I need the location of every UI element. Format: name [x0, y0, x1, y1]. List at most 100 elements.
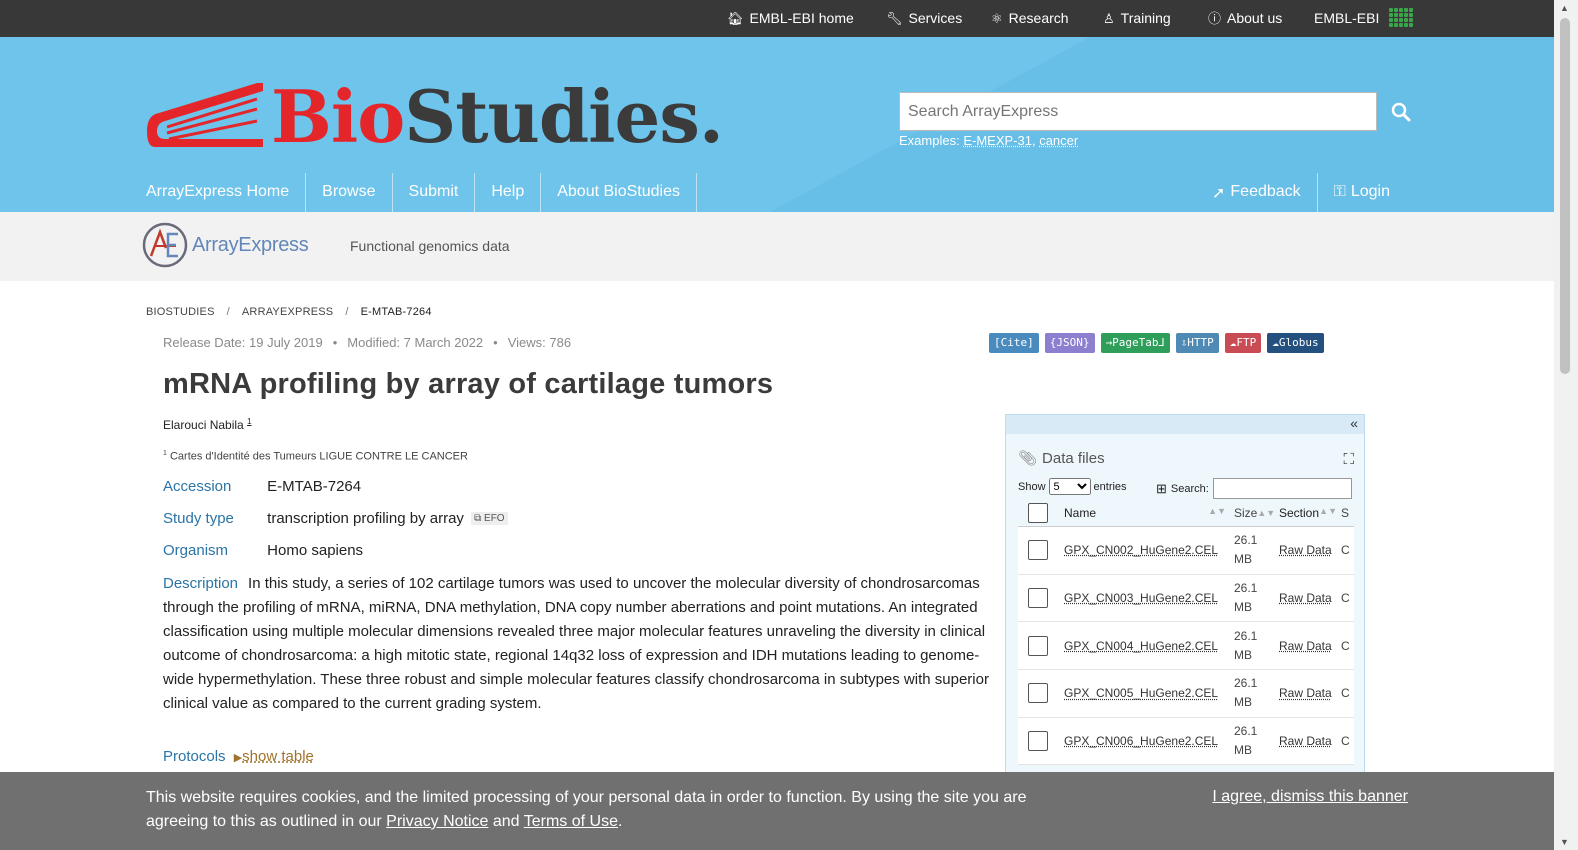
- scroll-up-icon[interactable]: ▲: [1560, 3, 1569, 13]
- masthead: BioStudies. Search ArrayExpress Examples…: [0, 37, 1554, 212]
- row-checkbox[interactable]: [1028, 588, 1048, 609]
- views-count: Views: 786: [507, 335, 572, 350]
- search-input[interactable]: Search ArrayExpress: [899, 92, 1377, 131]
- table-header: Name ▲▼ Size ▲▼ Section ▲▼ S: [1018, 500, 1354, 527]
- file-search-label: Search:: [1170, 482, 1209, 495]
- truncated-cell: C: [1341, 591, 1350, 606]
- book-icon: [147, 83, 263, 147]
- terms-of-use-link[interactable]: Terms of Use: [524, 813, 618, 830]
- pagetab-button[interactable]: →PageTab⅃: [1100, 333, 1170, 353]
- feedback-label: Feedback: [1230, 183, 1301, 200]
- truncated-cell: C: [1341, 543, 1350, 558]
- ftp-button[interactable]: ☁FTP: [1224, 333, 1262, 353]
- efo-link[interactable]: ⧉ EFO: [471, 512, 508, 525]
- expand-icon[interactable]: ⛶: [1343, 451, 1354, 468]
- research-icon: ⚛: [991, 10, 1003, 26]
- page-size-select[interactable]: 5: [1048, 478, 1091, 495]
- file-name-link[interactable]: GPX_CN003_HuGene2.CEL: [1064, 591, 1218, 605]
- page-title: mRNA profiling by array of cartilage tum…: [163, 368, 774, 400]
- column-header-s[interactable]: S: [1341, 506, 1353, 520]
- breadcrumb-arrayexpress[interactable]: ARRAYEXPRESS: [242, 306, 333, 318]
- nav-help[interactable]: Help: [475, 173, 542, 212]
- table-row: GPX_CN006_HuGene2.CEL 26.1 MB Raw Data C: [1018, 718, 1354, 766]
- protocols-field: Protocols ▶show table: [163, 748, 314, 765]
- panel-header: «: [1006, 415, 1364, 434]
- about-us-link[interactable]: ⓘ About us: [1208, 10, 1282, 26]
- plus-square-icon[interactable]: ⊞: [1156, 481, 1167, 497]
- sort-icon: ▲▼: [1208, 506, 1226, 516]
- cite-button[interactable]: [Cite]: [989, 333, 1039, 353]
- data-files-table: Name ▲▼ Size ▲▼ Section ▲▼ S GPX_CN002_HuGe…: [1018, 500, 1354, 766]
- description: Description In this study, a series of 10…: [163, 572, 998, 716]
- row-checkbox[interactable]: [1028, 635, 1048, 656]
- organism-value: Homo sapiens: [267, 542, 364, 559]
- row-checkbox[interactable]: [1028, 731, 1048, 752]
- section-link[interactable]: Raw Data: [1279, 591, 1332, 605]
- column-header-name[interactable]: Name ▲▼: [1058, 506, 1230, 520]
- login-link[interactable]: ⚿ Login: [1318, 173, 1406, 212]
- show-label: Show: [1018, 480, 1046, 493]
- globus-button[interactable]: ☁Globus: [1267, 333, 1324, 353]
- training-icon: ♙: [1103, 10, 1115, 26]
- training-link[interactable]: ♙ Training: [1103, 10, 1171, 26]
- biostudies-logo[interactable]: BioStudies.: [145, 74, 724, 159]
- select-all-checkbox[interactable]: [1028, 503, 1048, 523]
- search-icon[interactable]: [1390, 101, 1412, 123]
- paper-plane-icon: ➚: [1211, 185, 1226, 202]
- scroll-down-icon[interactable]: ▼: [1560, 837, 1569, 847]
- row-checkbox[interactable]: [1028, 683, 1048, 704]
- breadcrumb: BIOSTUDIES / ARRAYEXPRESS / E-MTAB-7264: [146, 306, 432, 318]
- nav-arrayexpress-home[interactable]: ArrayExpress Home: [145, 173, 307, 212]
- scrollbar-thumb[interactable]: [1560, 18, 1570, 374]
- collapse-icon[interactable]: «: [1350, 415, 1358, 431]
- file-name-link[interactable]: GPX_CN006_HuGene2.CEL: [1064, 734, 1218, 748]
- author-affiliation-ref[interactable]: 1: [247, 417, 251, 426]
- nav-browse[interactable]: Browse: [306, 173, 393, 212]
- page-scrollbar[interactable]: ▲ ▼: [1554, 0, 1578, 850]
- cookie-and-text: and: [492, 813, 520, 830]
- brand-label: EMBL-EBI: [1314, 9, 1380, 26]
- breadcrumb-biostudies[interactable]: BIOSTUDIES: [146, 306, 215, 318]
- global-navbar: 🏠︎ EMBL-EBI home 🔧︎ Services ⚛ Research …: [0, 0, 1554, 37]
- table-row: GPX_CN002_HuGene2.CEL 26.1 MB Raw Data C: [1018, 527, 1354, 575]
- logo-studies-text: Studies.: [404, 74, 724, 159]
- feedback-link[interactable]: ➚ Feedback: [1196, 173, 1318, 212]
- section-link[interactable]: Raw Data: [1279, 543, 1332, 557]
- file-name-link[interactable]: GPX_CN005_HuGene2.CEL: [1064, 686, 1218, 700]
- file-search-input[interactable]: [1212, 478, 1352, 499]
- example-link[interactable]: E-MEXP-31: [963, 133, 1032, 148]
- author-name[interactable]: Elarouci Nabila: [163, 418, 244, 432]
- file-name-link[interactable]: GPX_CN002_HuGene2.CEL: [1064, 543, 1218, 557]
- login-label: Login: [1350, 183, 1390, 200]
- embl-ebi-brand[interactable]: EMBL-EBI: [1314, 8, 1414, 27]
- nav-about-biostudies[interactable]: About BioStudies: [541, 173, 697, 212]
- section-link[interactable]: Raw Data: [1279, 686, 1332, 700]
- organism-field: Organism Homo sapiens: [163, 542, 363, 559]
- column-header-section[interactable]: Section ▲▼: [1275, 506, 1341, 520]
- paperclip-icon: 📎︎: [1018, 450, 1038, 467]
- embl-ebi-home-link[interactable]: 🏠︎ EMBL-EBI home: [727, 10, 854, 26]
- example-link[interactable]: cancer: [1039, 133, 1078, 148]
- dismiss-cookie-button[interactable]: I agree, dismiss this banner: [1212, 788, 1408, 806]
- logo-bio-text: Bio: [271, 74, 405, 159]
- file-name-link[interactable]: GPX_CN004_HuGene2.CEL: [1064, 639, 1218, 653]
- section-link[interactable]: Raw Data: [1279, 734, 1332, 748]
- http-button[interactable]: ⇩HTTP: [1175, 333, 1219, 353]
- services-link[interactable]: 🔧︎ Services: [886, 10, 962, 26]
- column-header-size[interactable]: Size ▲▼: [1230, 504, 1275, 523]
- home-icon: 🏠︎: [727, 10, 744, 26]
- research-link[interactable]: ⚛ Research: [991, 10, 1069, 26]
- accession-field: Accession E-MTAB-7264: [163, 478, 361, 495]
- truncated-cell: C: [1341, 734, 1350, 749]
- section-link[interactable]: Raw Data: [1279, 639, 1332, 653]
- breadcrumb-current: E-MTAB-7264: [360, 306, 432, 318]
- arrayexpress-logo[interactable]: ArrayExpress: [142, 222, 309, 268]
- row-checkbox[interactable]: [1028, 540, 1048, 561]
- privacy-notice-link[interactable]: Privacy Notice: [386, 813, 488, 830]
- json-button[interactable]: {JSON}: [1044, 333, 1095, 353]
- truncated-cell: C: [1341, 686, 1350, 701]
- show-table-link[interactable]: show table: [242, 748, 314, 765]
- efo-label: EFO: [484, 513, 505, 524]
- nav-submit[interactable]: Submit: [393, 173, 476, 212]
- file-size: 26.1 MB: [1234, 628, 1258, 662]
